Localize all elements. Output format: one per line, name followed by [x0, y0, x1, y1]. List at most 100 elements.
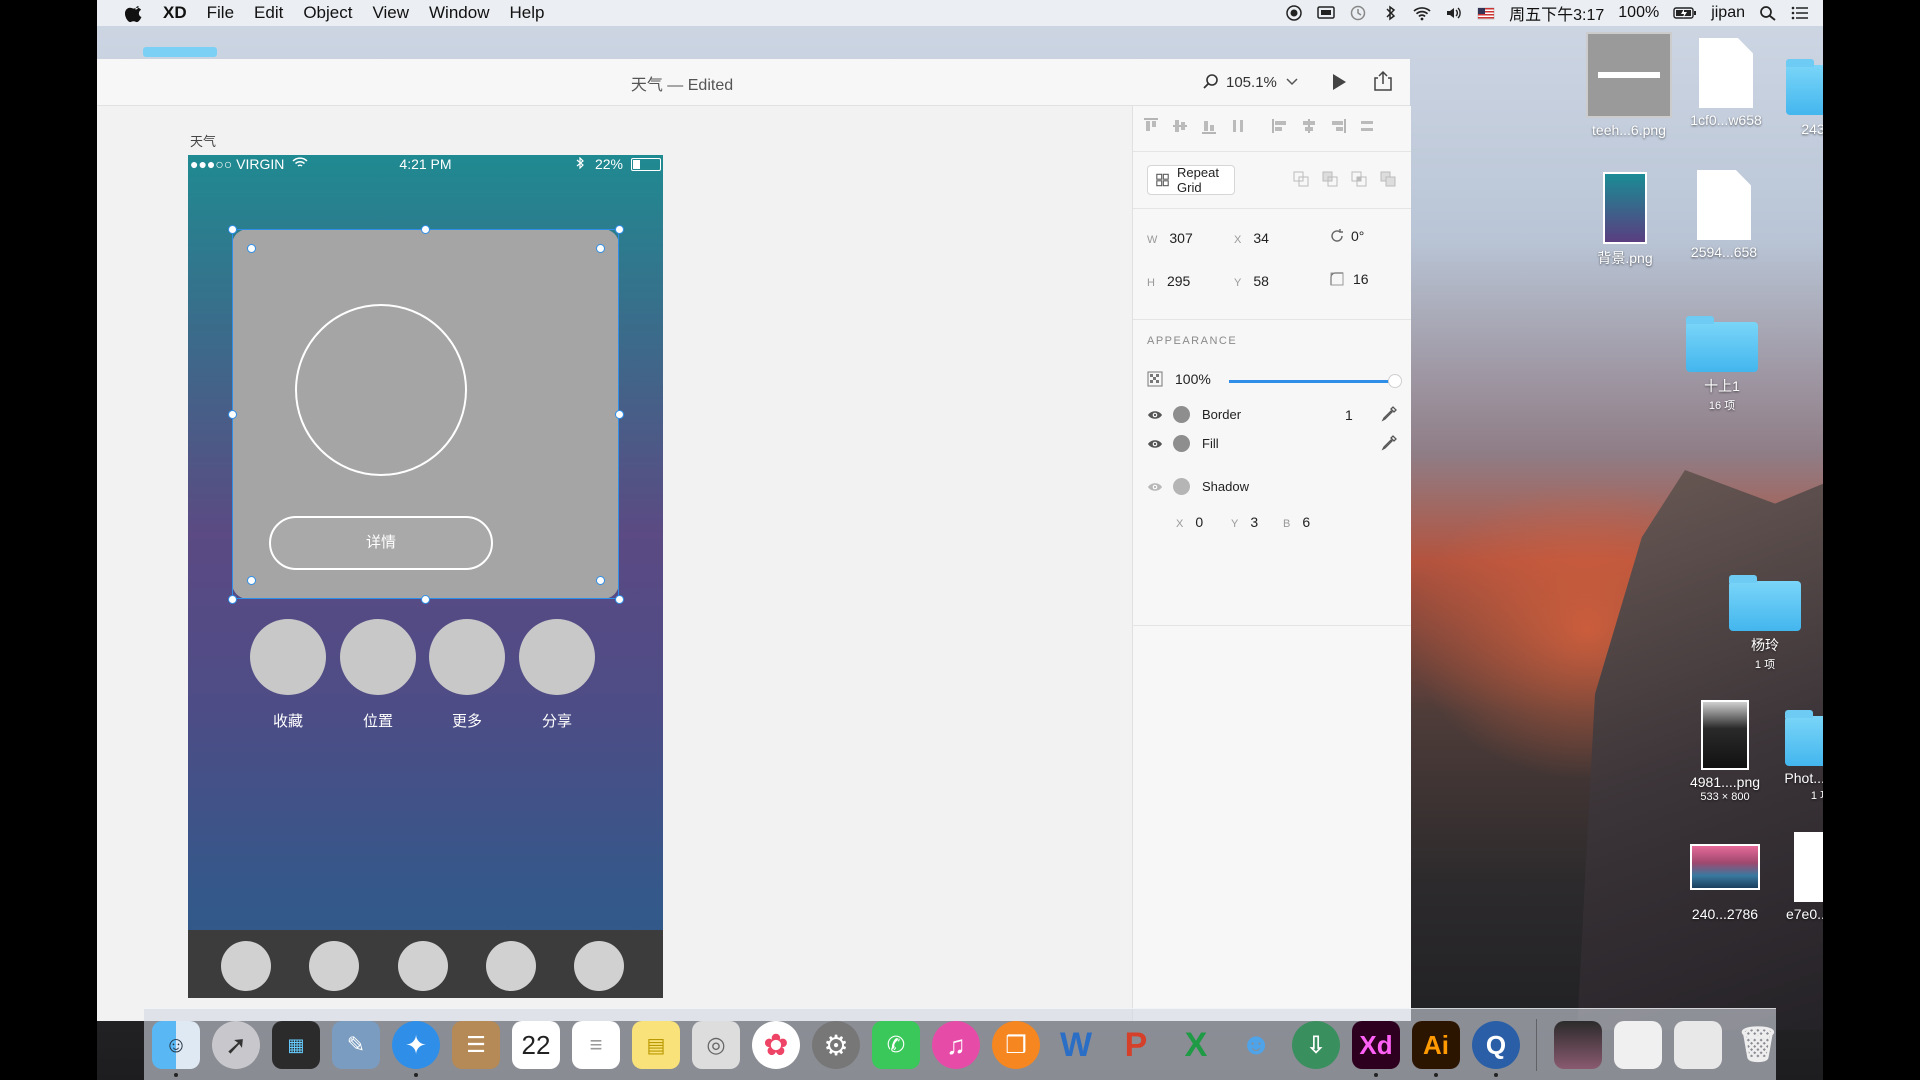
desktop-file-e7e0[interactable]: e7e0...hTlg: [1771, 832, 1823, 922]
dock-notes-icon[interactable]: ▤: [632, 1021, 680, 1069]
resize-handle-tr[interactable]: [615, 225, 624, 234]
spotlight-search-icon[interactable]: [1759, 5, 1777, 21]
resize-handle-bl[interactable]: [228, 595, 237, 604]
corner-radius-handle-br[interactable]: [596, 576, 605, 585]
opacity-slider[interactable]: [1229, 374, 1402, 388]
desktop-file-4981[interactable]: 4981....png 533 × 800: [1675, 700, 1775, 803]
distribute-horizontal-icon[interactable]: [1359, 118, 1375, 134]
tab-item-4[interactable]: [486, 941, 536, 991]
align-center-icon[interactable]: [1301, 118, 1317, 134]
eye-icon[interactable]: [1147, 409, 1163, 421]
distribute-vertical-icon[interactable]: [1230, 118, 1246, 134]
menu-file[interactable]: File: [207, 3, 234, 23]
menu-app-xd[interactable]: XD: [163, 3, 187, 23]
boolean-subtract-icon[interactable]: [1322, 171, 1338, 187]
desktop-file-240[interactable]: 240...2786: [1675, 844, 1775, 922]
tab-item-2[interactable]: [309, 941, 359, 991]
action-circle-location[interactable]: [340, 619, 416, 695]
resize-handle-bc[interactable]: [421, 595, 430, 604]
battery-charging-icon[interactable]: [1673, 5, 1697, 21]
dock-stack-downloads-icon[interactable]: [1674, 1021, 1722, 1069]
boolean-intersect-icon[interactable]: [1351, 171, 1367, 187]
border-color-swatch[interactable]: [1173, 406, 1190, 423]
display-mirror-icon[interactable]: [1317, 5, 1335, 21]
corner-radius-field[interactable]: 16: [1329, 271, 1369, 287]
menu-view[interactable]: View: [372, 3, 409, 23]
dock-reminders-icon[interactable]: ≡: [572, 1021, 620, 1069]
repeat-grid-button[interactable]: Repeat Grid: [1147, 165, 1235, 195]
dock-excel-icon[interactable]: X: [1172, 1021, 1220, 1069]
resize-handle-tl[interactable]: [228, 225, 237, 234]
bluetooth-icon[interactable]: [1381, 5, 1399, 21]
dock-messenger-icon[interactable]: ☻: [1232, 1021, 1280, 1069]
dock-stack-images-icon[interactable]: [1554, 1021, 1602, 1069]
dock-ibooks-icon[interactable]: ❒: [992, 1021, 1040, 1069]
artboard[interactable]: ●●●○○ VIRGIN 4:21 PM 22% 详情 收藏 位置 更多 分享: [188, 155, 663, 998]
height-field[interactable]: H 295: [1147, 273, 1190, 289]
dock-mission-control-icon[interactable]: ▦: [272, 1021, 320, 1069]
dock-facetime-icon[interactable]: ✆: [872, 1021, 920, 1069]
align-right-icon[interactable]: [1330, 118, 1346, 134]
shadow-x-field[interactable]: X0: [1176, 514, 1203, 530]
boolean-add-icon[interactable]: [1293, 171, 1309, 187]
shadow-x-value[interactable]: 0: [1195, 514, 1203, 530]
eye-icon[interactable]: [1147, 481, 1163, 493]
dock-stack-documents-icon[interactable]: [1614, 1021, 1662, 1069]
boolean-exclude-icon[interactable]: [1380, 171, 1396, 187]
dock-calendar-icon[interactable]: 22: [512, 1021, 560, 1069]
desktop-file-teeh[interactable]: teeh...6.png: [1579, 32, 1679, 138]
preview-play-icon[interactable]: [1329, 72, 1349, 92]
design-canvas[interactable]: 天气 ●●●○○ VIRGIN 4:21 PM 22% 详情 收藏 位置 更多 …: [97, 106, 1132, 1021]
x-value[interactable]: 34: [1253, 230, 1269, 246]
window-titlebar[interactable]: 天气 — Edited 105.1%: [97, 59, 1410, 106]
dock-system-preferences-icon[interactable]: ⚙: [812, 1021, 860, 1069]
dock-itunes-icon[interactable]: ♫: [932, 1021, 980, 1069]
tab-item-1[interactable]: [221, 941, 271, 991]
dock-preview-icon[interactable]: ✎: [332, 1021, 380, 1069]
dock-quicktime-icon[interactable]: Q: [1472, 1021, 1520, 1069]
shadow-blur-field[interactable]: B6: [1283, 514, 1310, 530]
corner-radius-handle-tr[interactable]: [596, 244, 605, 253]
desktop-file-background[interactable]: 背景.png: [1575, 172, 1675, 268]
align-left-icon[interactable]: [1272, 118, 1288, 134]
desktop-folder-shishang[interactable]: 十上1 16 项: [1672, 316, 1772, 413]
input-flag-icon[interactable]: [1477, 5, 1495, 21]
corner-radius-handle-bl[interactable]: [247, 576, 256, 585]
volume-icon[interactable]: [1445, 5, 1463, 21]
action-circle-share[interactable]: [519, 619, 595, 695]
dock-network-icon[interactable]: ⇩: [1292, 1021, 1340, 1069]
dock-launchpad-icon[interactable]: ➚: [212, 1021, 260, 1069]
dock-safari-icon[interactable]: ✦: [392, 1021, 440, 1069]
notification-center-icon[interactable]: [1791, 5, 1809, 21]
y-value[interactable]: 58: [1253, 273, 1269, 289]
resize-handle-ml[interactable]: [228, 410, 237, 419]
fill-color-swatch[interactable]: [1173, 435, 1190, 452]
action-circle-more[interactable]: [429, 619, 505, 695]
align-middle-icon[interactable]: [1172, 118, 1188, 134]
y-field[interactable]: Y 58: [1234, 273, 1269, 289]
desktop-folder-243[interactable]: 243 项: [1772, 59, 1823, 139]
desktop-file-2594[interactable]: 2594...658: [1674, 170, 1774, 260]
selection-bounds[interactable]: [232, 229, 619, 599]
menubar-user[interactable]: jipan: [1711, 4, 1745, 22]
corner-radius-value[interactable]: 16: [1353, 271, 1369, 287]
width-value[interactable]: 307: [1169, 230, 1192, 246]
align-bottom-icon[interactable]: [1201, 118, 1217, 134]
dock-powerpoint-icon[interactable]: P: [1112, 1021, 1160, 1069]
rotation-value[interactable]: 0°: [1351, 228, 1364, 244]
desktop-folder-yangling[interactable]: 杨玲 1 项: [1715, 575, 1815, 672]
resize-handle-tc[interactable]: [421, 225, 430, 234]
eyedropper-icon[interactable]: [1381, 406, 1397, 422]
desktop-file-1cf0[interactable]: 1cf0...w658: [1676, 38, 1776, 128]
opacity-value[interactable]: 100%: [1175, 371, 1211, 387]
corner-radius-handle-tl[interactable]: [247, 244, 256, 253]
menu-help[interactable]: Help: [509, 3, 544, 23]
dock-word-icon[interactable]: W: [1052, 1021, 1100, 1069]
menubar-clock[interactable]: 周五下午3:17: [1509, 1, 1604, 25]
dock-contacts-icon[interactable]: ☰: [452, 1021, 500, 1069]
desktop-folder-phot[interactable]: Phot...S6_p 1 项: [1771, 710, 1823, 803]
zoom-control[interactable]: 105.1%: [1202, 73, 1305, 91]
height-value[interactable]: 295: [1167, 273, 1190, 289]
opacity-slider-knob[interactable]: [1388, 374, 1402, 388]
menu-edit[interactable]: Edit: [254, 3, 283, 23]
